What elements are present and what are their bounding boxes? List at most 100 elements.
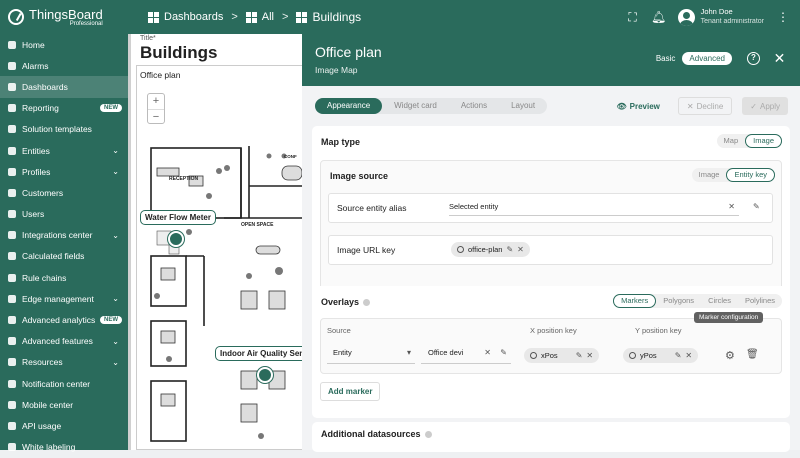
- mode-basic[interactable]: Basic: [656, 54, 676, 63]
- sidebar-item-edge-management[interactable]: Edge management ⌄: [0, 288, 128, 309]
- key-icon: [530, 352, 537, 359]
- alarm-icon: [8, 61, 16, 70]
- x-position-key-chip[interactable]: xPos ✎ ✕: [524, 348, 600, 363]
- breadcrumb-separator-icon: >: [231, 11, 238, 23]
- sidebar-item-alarms[interactable]: Alarms: [0, 55, 128, 76]
- source-entity-alias-input[interactable]: Selected entity ✕: [449, 202, 739, 216]
- air-quality-marker-icon[interactable]: [257, 367, 273, 383]
- breadcrumb-separator-icon: >: [282, 11, 289, 23]
- mode-toggle: Basic Advanced: [656, 52, 732, 65]
- y-position-key-chip[interactable]: yPos ✎ ✕: [623, 348, 699, 363]
- customers-icon: [8, 188, 16, 197]
- sidebar-item-users[interactable]: Users: [0, 204, 128, 225]
- user-menu[interactable]: John Doe Tenant administrator: [677, 7, 764, 27]
- notifications-bell-icon[interactable]: 🔔︎: [651, 10, 666, 24]
- water-drop-marker-icon[interactable]: [168, 231, 184, 247]
- edit-pencil-icon[interactable]: ✎: [753, 202, 760, 211]
- image-map-widget[interactable]: Office plan + − RECEPTION OPEN SPACE CON…: [136, 65, 302, 450]
- marker-label-water-flow-meter[interactable]: Water Flow Meter: [140, 210, 216, 225]
- sidebar-item-rule-chains[interactable]: Rule chains: [0, 267, 128, 288]
- sidebar-item-customers[interactable]: Customers: [0, 182, 128, 203]
- widget-title: Office plan: [140, 70, 181, 80]
- zoom-out-button[interactable]: −: [148, 109, 164, 124]
- sidebar-item-mobile-center[interactable]: Mobile center: [0, 394, 128, 415]
- marker-label-indoor-air-quality[interactable]: Indoor Air Quality Sense: [215, 346, 302, 361]
- brand-logo[interactable]: ThingsBoard Professional: [0, 0, 128, 34]
- sidebar-item-profiles[interactable]: Profiles ⌄: [0, 161, 128, 182]
- sidebar-item-entities[interactable]: Entities ⌄: [0, 140, 128, 161]
- sidebar-item-calculated-fields[interactable]: Calculated fields: [0, 246, 128, 267]
- map-type-map[interactable]: Map: [717, 134, 746, 148]
- sidebar-item-reporting[interactable]: Reporting NEW: [0, 98, 128, 119]
- remove-icon[interactable]: ✕: [685, 351, 692, 360]
- info-icon[interactable]: [363, 299, 371, 307]
- chevron-down-icon: ⌄: [112, 146, 119, 156]
- clear-icon[interactable]: ✕: [728, 202, 735, 211]
- sidebar-item-advanced-features[interactable]: Advanced features ⌄: [0, 331, 128, 352]
- source-entity-alias-row: Source entity alias Selected entity ✕ ✎: [328, 193, 773, 223]
- image-url-key-chip[interactable]: office-plan ✎ ✕: [451, 242, 530, 257]
- image-source-entity-key[interactable]: Entity key: [726, 168, 775, 182]
- title-field-label: Title*: [140, 35, 156, 42]
- config-toolbar: Appearance Widget card Actions Layout 👁︎…: [302, 86, 800, 126]
- edit-pencil-icon[interactable]: ✎: [506, 245, 513, 254]
- edit-pencil-icon[interactable]: ✎: [576, 351, 583, 360]
- sidebar-item-solution-templates[interactable]: Solution templates: [0, 119, 128, 140]
- sidebar-item-white-labeling[interactable]: White labeling: [0, 437, 128, 458]
- overlay-circles[interactable]: Circles: [701, 294, 738, 308]
- source-entity-input[interactable]: Office devi ✕ ✎: [421, 348, 511, 364]
- mode-advanced[interactable]: Advanced: [682, 52, 732, 65]
- overlay-polygons[interactable]: Polygons: [656, 294, 701, 308]
- breadcrumb-all[interactable]: All: [245, 11, 274, 23]
- close-icon[interactable]: ✕: [773, 51, 786, 65]
- widget-edit-panel: Office plan Image Map Basic Advanced ? ✕…: [302, 34, 800, 452]
- source-type-select[interactable]: Entity ▾: [327, 348, 415, 364]
- breadcrumb-dashboards[interactable]: Dashboards: [148, 11, 223, 23]
- delete-trash-icon[interactable]: 🗑︎: [746, 349, 759, 360]
- avatar: [677, 8, 695, 26]
- calculator-icon: [8, 252, 16, 261]
- chevron-down-icon: ⌄: [112, 336, 119, 346]
- eye-icon: 👁︎: [616, 101, 627, 111]
- sidebar-item-notification-center[interactable]: Notification center: [0, 373, 128, 394]
- chevron-down-icon: ⌄: [112, 167, 119, 177]
- zoom-in-button[interactable]: +: [148, 94, 164, 109]
- decline-button[interactable]: ✕ Decline: [677, 97, 733, 115]
- apply-button[interactable]: ✓ Apply: [742, 97, 788, 115]
- map-type-image[interactable]: Image: [745, 134, 782, 148]
- dashboard-title[interactable]: Buildings: [140, 43, 217, 63]
- config-tabs: Appearance Widget card Actions Layout: [315, 98, 548, 114]
- gear-icon[interactable]: ⚙: [725, 349, 735, 362]
- sidebar-item-advanced-analytics[interactable]: Advanced analytics NEW: [0, 309, 128, 330]
- col-y-position-key: Y position key: [635, 326, 682, 335]
- info-icon[interactable]: [424, 431, 432, 439]
- features-icon: [8, 337, 16, 346]
- preview-button[interactable]: 👁︎ Preview: [608, 97, 667, 115]
- tab-layout[interactable]: Layout: [499, 98, 547, 114]
- tab-widget-card[interactable]: Widget card: [382, 98, 449, 114]
- new-badge: NEW: [100, 316, 122, 325]
- sidebar-item-api-usage[interactable]: API usage: [0, 415, 128, 436]
- overlay-markers[interactable]: Markers: [613, 294, 657, 308]
- help-icon[interactable]: ?: [747, 52, 760, 65]
- overlay-polylines[interactable]: Polylines: [738, 294, 782, 308]
- sidebar-item-integrations-center[interactable]: Integrations center ⌄: [0, 225, 128, 246]
- tab-actions[interactable]: Actions: [449, 98, 499, 114]
- edit-pencil-icon[interactable]: ✎: [500, 348, 507, 357]
- image-source-image[interactable]: Image: [692, 168, 727, 182]
- image-source-toggle: Image Entity key: [691, 168, 775, 182]
- more-vert-icon[interactable]: ⋮: [776, 10, 790, 24]
- remove-icon[interactable]: ✕: [517, 245, 524, 254]
- overlays-toggle: Markers Polygons Circles Polylines: [613, 294, 782, 308]
- remove-icon[interactable]: ✕: [586, 351, 593, 360]
- sidebar-item-home[interactable]: Home: [0, 34, 128, 55]
- add-marker-button[interactable]: Add marker: [320, 382, 381, 401]
- clear-icon[interactable]: ✕: [484, 348, 491, 357]
- sidebar-item-resources[interactable]: Resources ⌄: [0, 352, 128, 373]
- overlays-card: Overlays Markers Polygons Circles Polyli…: [312, 286, 790, 418]
- tab-appearance[interactable]: Appearance: [315, 98, 383, 114]
- fullscreen-icon[interactable]: ⛶: [626, 10, 640, 24]
- sidebar-item-dashboards[interactable]: Dashboards: [0, 76, 128, 98]
- panel-subtitle: Image Map: [315, 65, 358, 75]
- edit-pencil-icon[interactable]: ✎: [675, 351, 682, 360]
